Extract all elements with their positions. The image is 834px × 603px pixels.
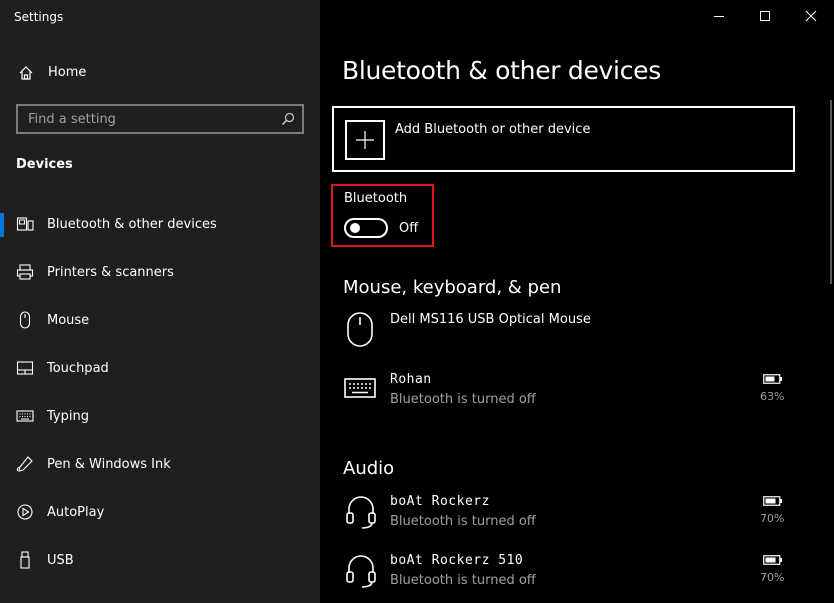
headset-icon bbox=[346, 496, 376, 529]
sidebar-item-label: Typing bbox=[47, 409, 89, 424]
touchpad-icon bbox=[16, 361, 34, 375]
sidebar-item-label: Bluetooth & other devices bbox=[47, 217, 217, 232]
app-title: Settings bbox=[14, 10, 64, 24]
mouse-icon bbox=[19, 311, 31, 329]
sidebar-item-home[interactable]: Home bbox=[0, 58, 320, 88]
sidebar-nav-list: Bluetooth & other devices Printers & sca… bbox=[0, 205, 320, 589]
plus-box bbox=[345, 120, 385, 160]
usb-icon bbox=[20, 551, 30, 569]
battery-percentage: 70% bbox=[760, 512, 785, 525]
sidebar-item-printers[interactable]: Printers & scanners bbox=[0, 253, 320, 301]
sidebar-item-mouse[interactable]: Mouse bbox=[0, 301, 320, 349]
battery-icon bbox=[763, 374, 782, 384]
sidebar-item-label: USB bbox=[47, 553, 74, 568]
close-icon bbox=[805, 10, 817, 22]
sidebar-item-typing[interactable]: Typing bbox=[0, 397, 320, 445]
home-icon bbox=[19, 66, 33, 80]
device-status: Bluetooth is turned off bbox=[390, 392, 536, 407]
battery-icon bbox=[763, 496, 782, 506]
printer-icon bbox=[16, 264, 34, 280]
main-panel: Bluetooth & other devices Add Bluetooth … bbox=[320, 0, 834, 603]
device-status: Bluetooth is turned off bbox=[390, 573, 536, 588]
minimize-button[interactable] bbox=[696, 0, 742, 32]
sidebar-item-home-label: Home bbox=[48, 65, 87, 80]
device-item[interactable]: boAt Rockerz 510 Bluetooth is turned off… bbox=[320, 553, 834, 603]
battery-percentage: 63% bbox=[760, 390, 785, 403]
maximize-icon bbox=[760, 11, 770, 21]
pen-icon bbox=[16, 456, 33, 472]
device-item[interactable]: boAt Rockerz Bluetooth is turned off 70% bbox=[320, 494, 834, 544]
bluetooth-toggle-state: Off bbox=[399, 221, 419, 236]
window-controls bbox=[696, 0, 834, 32]
sidebar-item-touchpad[interactable]: Touchpad bbox=[0, 349, 320, 397]
search-box[interactable] bbox=[16, 104, 304, 134]
sidebar-item-label: Pen & Windows Ink bbox=[47, 457, 171, 472]
page-title: Bluetooth & other devices bbox=[342, 56, 661, 85]
minimize-icon bbox=[714, 16, 724, 17]
group-header-audio: Audio bbox=[343, 458, 395, 479]
add-device-label: Add Bluetooth or other device bbox=[395, 122, 591, 137]
sidebar-item-pen[interactable]: Pen & Windows Ink bbox=[0, 445, 320, 493]
sidebar-item-label: Mouse bbox=[47, 313, 90, 328]
device-item[interactable]: Dell MS116 USB Optical Mouse bbox=[320, 312, 834, 362]
toggle-knob bbox=[350, 223, 360, 233]
device-item[interactable]: Rohan Bluetooth is turned off 63% bbox=[320, 372, 834, 422]
group-header-mouse-keyboard-pen: Mouse, keyboard, & pen bbox=[343, 277, 562, 298]
sidebar: Settings Home Devices Bluetooth & other … bbox=[0, 0, 320, 603]
close-button[interactable] bbox=[788, 0, 834, 32]
sidebar-item-bluetooth[interactable]: Bluetooth & other devices bbox=[0, 205, 320, 253]
keyboard-icon bbox=[344, 378, 376, 398]
keyboard-icon bbox=[16, 410, 34, 422]
search-input[interactable] bbox=[18, 106, 268, 132]
bluetooth-toggle[interactable] bbox=[344, 218, 388, 238]
section-header-devices: Devices bbox=[16, 157, 73, 172]
sidebar-item-label: AutoPlay bbox=[47, 505, 105, 520]
mouse-icon bbox=[347, 312, 373, 347]
search-icon[interactable] bbox=[281, 112, 295, 126]
active-indicator bbox=[0, 213, 4, 237]
plus-icon bbox=[356, 131, 374, 149]
autoplay-icon bbox=[17, 504, 33, 520]
add-device-button[interactable]: Add Bluetooth or other device bbox=[332, 106, 795, 172]
device-name: boAt Rockerz bbox=[390, 494, 490, 509]
bluetooth-devices-icon bbox=[16, 217, 34, 231]
battery-icon bbox=[763, 555, 782, 565]
maximize-button[interactable] bbox=[742, 0, 788, 32]
device-status: Bluetooth is turned off bbox=[390, 514, 536, 529]
scrollbar[interactable] bbox=[830, 100, 832, 284]
sidebar-item-usb[interactable]: USB bbox=[0, 541, 320, 589]
device-name: Rohan bbox=[390, 372, 432, 387]
sidebar-item-label: Touchpad bbox=[47, 361, 109, 376]
sidebar-item-autoplay[interactable]: AutoPlay bbox=[0, 493, 320, 541]
device-name: Dell MS116 USB Optical Mouse bbox=[390, 312, 591, 327]
bluetooth-label: Bluetooth bbox=[344, 191, 408, 206]
headset-icon bbox=[346, 555, 376, 588]
sidebar-item-label: Printers & scanners bbox=[47, 265, 174, 280]
device-name: boAt Rockerz 510 bbox=[390, 553, 524, 568]
battery-percentage: 70% bbox=[760, 571, 785, 584]
